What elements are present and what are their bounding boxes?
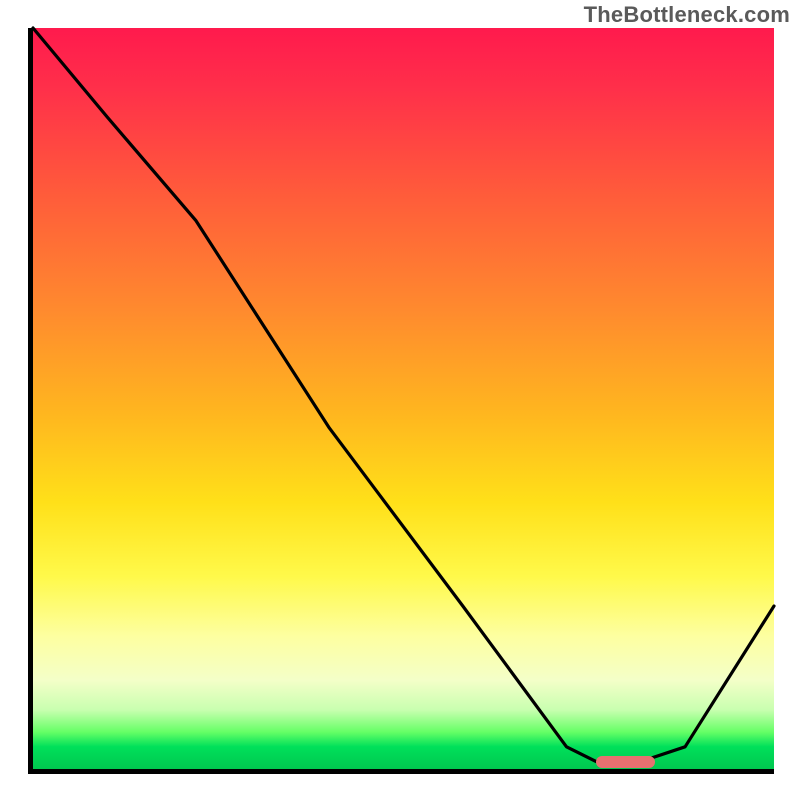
optimum-marker — [596, 756, 655, 768]
plot-area — [28, 28, 774, 774]
bottleneck-curve — [33, 28, 774, 769]
chart-stage: TheBottleneck.com — [0, 0, 800, 800]
watermark-label: TheBottleneck.com — [584, 2, 790, 28]
